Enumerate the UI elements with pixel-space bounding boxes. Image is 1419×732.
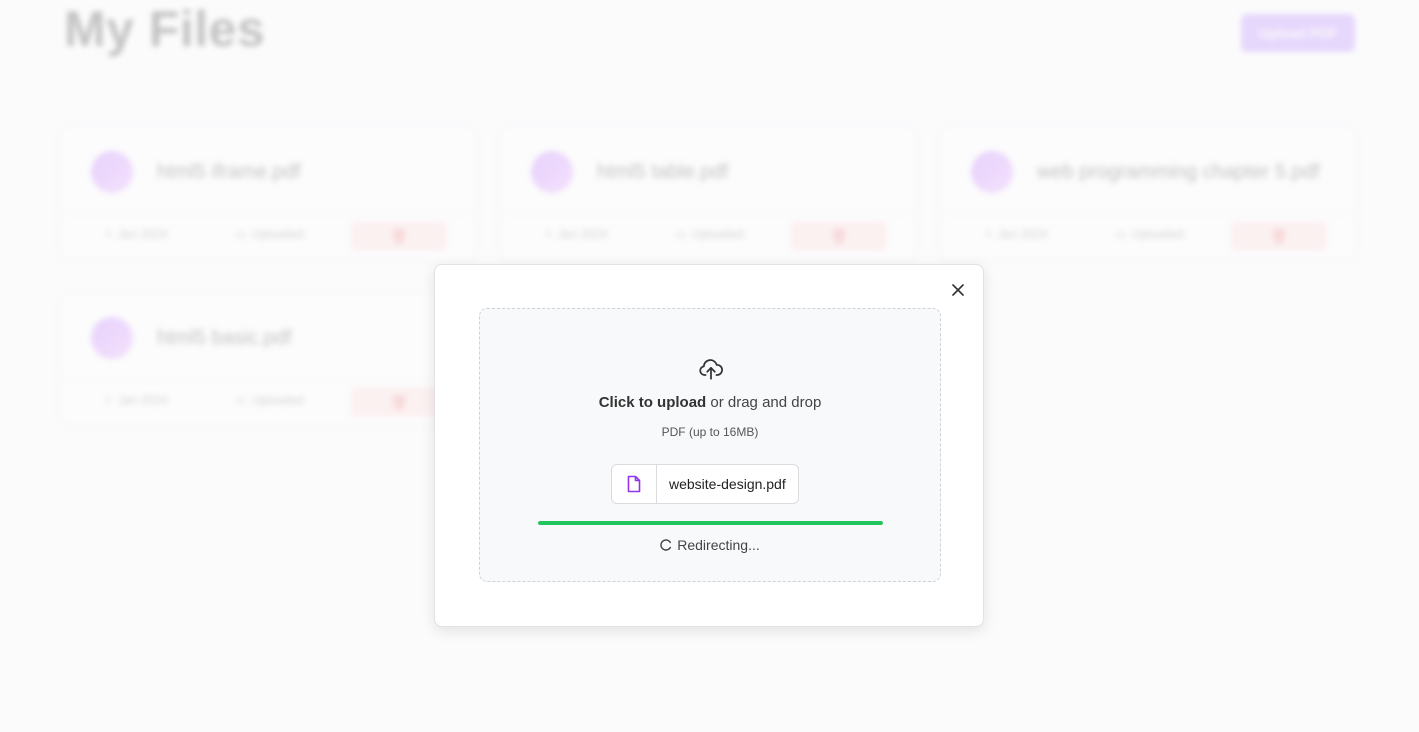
status-text: Redirecting... — [677, 537, 760, 553]
selected-file-name: website-design.pdf — [669, 476, 786, 492]
file-type-hint: PDF (up to 16MB) — [661, 425, 759, 439]
file-icon — [612, 465, 657, 503]
loader-icon — [660, 539, 672, 551]
drag-drop-text: or drag and drop — [710, 394, 822, 411]
click-to-upload-link[interactable]: Click to upload — [599, 394, 707, 411]
upload-status: Redirecting... — [480, 537, 940, 553]
dropzone[interactable]: Click to upload or drag and drop PDF (up… — [479, 308, 941, 582]
cloud-upload-icon — [699, 359, 723, 380]
upload-progress-fill — [538, 521, 883, 525]
close-button[interactable] — [948, 280, 968, 300]
close-icon — [952, 284, 964, 296]
upload-progress-bar — [538, 521, 883, 525]
selected-file-chip: website-design.pdf — [611, 464, 799, 504]
dropzone-instructions: Click to upload or drag and drop — [480, 394, 940, 411]
upload-dialog: Click to upload or drag and drop PDF (up… — [434, 264, 984, 627]
